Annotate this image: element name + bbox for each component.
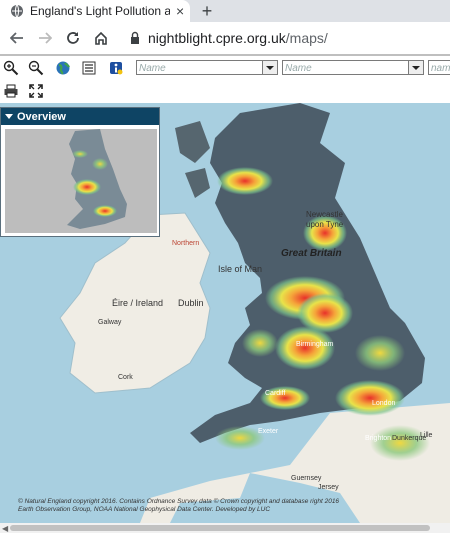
label-ireland: Éire / Ireland: [112, 298, 163, 308]
url-path: /maps/: [285, 30, 328, 46]
label-galway: Galway: [98, 319, 122, 326]
label-jersey: Jersey: [318, 484, 339, 491]
search-select-2[interactable]: Name: [282, 60, 424, 75]
layer-list-icon[interactable]: [81, 60, 97, 76]
browser-tab[interactable]: England's Light Pollution and Da ×: [0, 0, 190, 22]
full-extent-globe-icon[interactable]: [55, 60, 71, 76]
globe-icon: [11, 4, 23, 18]
label-newcastle: Newcastle: [306, 210, 343, 219]
attribution-line-1: © Natural England copyright 2016. Contai…: [18, 498, 340, 505]
overview-title: Overview: [17, 110, 66, 123]
chevron-down-icon[interactable]: [408, 61, 423, 74]
search-select-1[interactable]: Name: [136, 60, 278, 75]
minimap-drawing: [67, 129, 127, 229]
label-cardiff: Cardiff: [265, 390, 286, 397]
identify-icon[interactable]: [108, 60, 124, 76]
scrollbar-thumb[interactable]: [10, 525, 430, 531]
overview-panel: Overview: [0, 107, 160, 237]
horizontal-scrollbar[interactable]: ◀: [0, 523, 450, 533]
search-select-3[interactable]: name: [428, 60, 450, 75]
label-brighton: Brighton: [365, 435, 391, 442]
search-select-3-value: name: [431, 63, 450, 74]
overview-header[interactable]: Overview: [1, 108, 159, 125]
search-select-1-value: Name: [139, 63, 166, 74]
url-host: nightblight.cpre.org.uk: [148, 30, 286, 46]
label-cork: Cork: [118, 374, 133, 381]
navigation-bar: nightblight.cpre.org.uk/maps/: [0, 22, 450, 54]
overview-minimap[interactable]: [5, 129, 157, 233]
scroll-left-arrow-icon[interactable]: ◀: [2, 524, 8, 533]
scottish-islands: [175, 121, 210, 198]
home-icon[interactable]: [90, 27, 112, 49]
reload-icon[interactable]: [62, 27, 84, 49]
label-lille: Lille: [420, 432, 433, 439]
label-birmingham: Birmingham: [296, 341, 334, 348]
label-dublin: Dublin: [178, 298, 204, 308]
label-upon-tyne: upon Tyne: [306, 220, 344, 229]
zoom-in-icon[interactable]: [3, 60, 19, 76]
new-tab-button[interactable]: +: [199, 0, 215, 22]
label-exeter: Exeter: [258, 428, 279, 435]
back-icon[interactable]: [6, 27, 28, 49]
label-northern-ireland: Northern: [172, 240, 199, 247]
lock-icon[interactable]: [128, 31, 142, 45]
zoom-out-icon[interactable]: [28, 60, 44, 76]
address-bar[interactable]: nightblight.cpre.org.uk/maps/: [148, 30, 328, 46]
collapse-triangle-icon[interactable]: [5, 114, 13, 119]
map-attribution: © Natural England copyright 2016. Contai…: [18, 498, 438, 514]
attribution-line-2: Earth Observation Group, NOAA National G…: [18, 506, 271, 513]
tab-title: England's Light Pollution and Da: [30, 4, 170, 18]
label-guernsey: Guernsey: [291, 475, 322, 482]
chevron-down-icon[interactable]: [262, 61, 277, 74]
map-toolbar: Name Name name: [0, 56, 450, 104]
close-tab-icon[interactable]: ×: [176, 3, 184, 19]
label-london: London: [372, 400, 395, 407]
search-select-2-value: Name: [285, 63, 312, 74]
browser-tab-bar: England's Light Pollution and Da × +: [0, 0, 450, 22]
label-isle-of-man: Isle of Man: [218, 264, 262, 274]
print-icon[interactable]: [3, 83, 19, 99]
forward-icon[interactable]: [34, 27, 56, 49]
fullscreen-icon[interactable]: [28, 83, 44, 99]
label-great-britain: Great Britain: [281, 248, 342, 259]
